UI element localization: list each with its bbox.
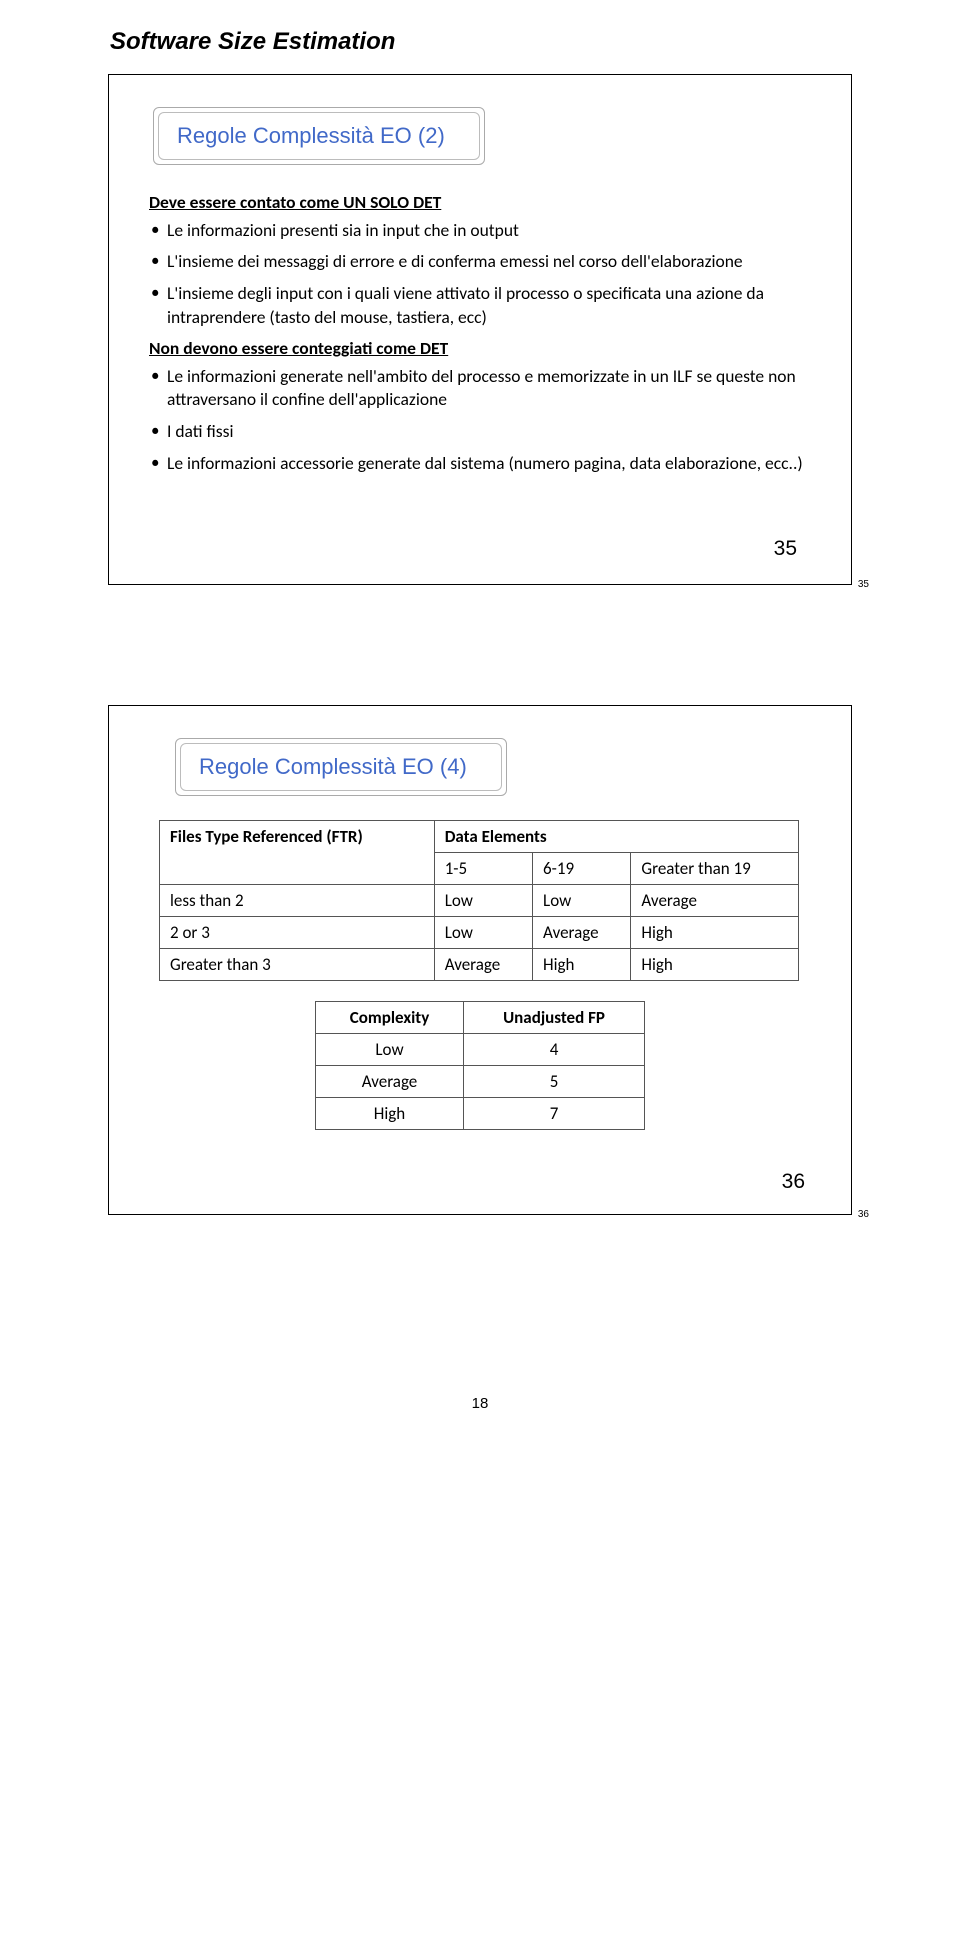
ftr-cell: less than 2 [160,884,435,916]
list-item: L'insieme degli input con i quali viene … [149,282,807,329]
fp-cell: High [316,1097,464,1129]
list-item: Le informazioni accessorie generate dal … [149,452,807,476]
complexity-table: Files Type Referenced (FTR) Data Element… [159,820,799,981]
fp-cell: 4 [464,1033,645,1065]
ftr-header: Files Type Referenced (FTR) [160,820,435,884]
title-outer-1: Regole Complessità EO (2) [153,107,485,165]
slide1-section2-head: Non devono essere conteggiati come DET [149,337,807,361]
slide1-number: 35 [149,535,807,563]
data-cell: Average [533,916,631,948]
fp-header: Unadjusted FP [464,1001,645,1033]
page-footer-number: 18 [0,1335,960,1442]
slide2-title: Regole Complessità EO (4) [199,754,467,780]
data-cell: Low [533,884,631,916]
table-row: High 7 [316,1097,645,1129]
fp-cell: Low [316,1033,464,1065]
table-row: Greater than 3 Average High High [160,948,799,980]
de-header: Data Elements [434,820,798,852]
slide2-tiny-number: 36 [858,1209,869,1220]
col-header: Greater than 19 [631,852,799,884]
table-row: Average 5 [316,1065,645,1097]
data-cell: Average [434,948,532,980]
fp-cell: 5 [464,1065,645,1097]
data-cell: High [533,948,631,980]
table-row: Complexity Unadjusted FP [316,1001,645,1033]
list-item: I dati fissi [149,420,807,444]
slide1-content: Deve essere contato come UN SOLO DET Le … [145,191,815,564]
fp-table: Complexity Unadjusted FP Low 4 Average 5… [315,1001,645,1130]
slide1-list1: Le informazioni presenti sia in input ch… [149,219,807,330]
slide1-title: Regole Complessità EO (2) [177,123,445,149]
list-item: Le informazioni presenti sia in input ch… [149,219,807,243]
title-inner-1: Regole Complessità EO (2) [158,112,480,160]
fp-cell: Average [316,1065,464,1097]
title-outer-2: Regole Complessità EO (4) [175,738,507,796]
data-cell: High [631,948,799,980]
list-item: Le informazioni generate nell'ambito del… [149,365,807,412]
slide1-tiny-number: 35 [858,579,869,590]
slide2-number: 36 [145,1170,815,1194]
list-item: L'insieme dei messaggi di errore e di co… [149,250,807,274]
ftr-cell: Greater than 3 [160,948,435,980]
table-row: 2 or 3 Low Average High [160,916,799,948]
fp-cell: 7 [464,1097,645,1129]
table-row: Files Type Referenced (FTR) Data Element… [160,820,799,852]
col-header: 1-5 [434,852,532,884]
slide-frame-2: Regole Complessità EO (4) Files Type Ref… [108,705,852,1215]
col-header: 6-19 [533,852,631,884]
fp-header: Complexity [316,1001,464,1033]
data-cell: Low [434,916,532,948]
slide1-list2: Le informazioni generate nell'ambito del… [149,365,807,476]
table-row: less than 2 Low Low Average [160,884,799,916]
page-header: Software Size Estimation [0,0,960,74]
slide1-section1-head: Deve essere contato come UN SOLO DET [149,191,807,215]
slide-frame-1: Regole Complessità EO (2) Deve essere co… [108,74,852,585]
title-inner-2: Regole Complessità EO (4) [180,743,502,791]
data-cell: Low [434,884,532,916]
table-row: Low 4 [316,1033,645,1065]
ftr-cell: 2 or 3 [160,916,435,948]
data-cell: Average [631,884,799,916]
data-cell: High [631,916,799,948]
